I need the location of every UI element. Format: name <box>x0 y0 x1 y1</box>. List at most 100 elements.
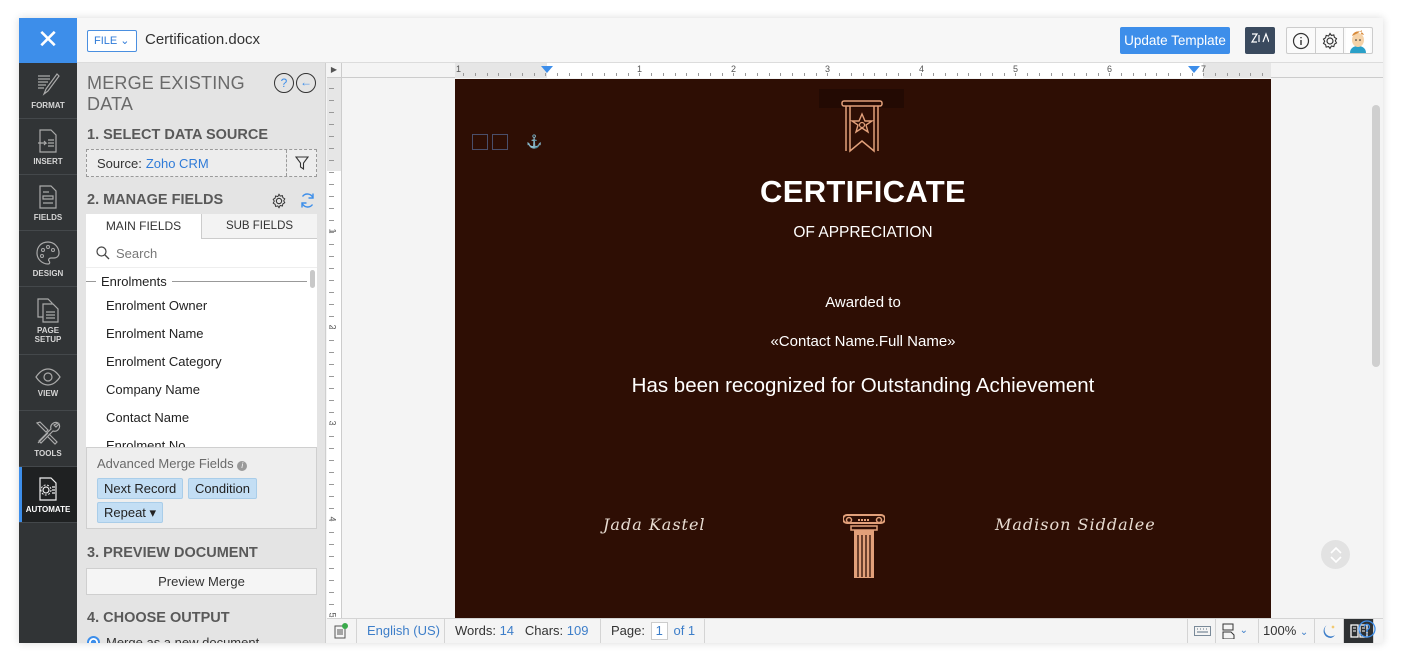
ruler-tick <box>627 73 629 76</box>
radio-selected[interactable] <box>87 636 100 643</box>
next-record-chip[interactable]: Next Record <box>97 478 184 499</box>
field-item[interactable]: Contact Name <box>86 404 317 432</box>
document-title[interactable]: Certification.docx <box>145 31 260 48</box>
field-item[interactable]: Company Name <box>86 376 317 404</box>
page-number-input[interactable]: 1 <box>650 622 668 640</box>
recognition-text[interactable]: Has been recognized for Outstanding Achi… <box>455 374 1271 398</box>
page-layout-dropdown[interactable]: ⌄ <box>1216 619 1259 643</box>
language-selector[interactable]: English (US) <box>357 619 445 643</box>
left-navigation: FORMAT INSERT FIELDS DESIGN PAGE SETUP VI… <box>19 63 77 643</box>
top-bar: ✕ FILE ⌄ Certification.docx Update Templ… <box>19 18 1383 63</box>
awarded-to-text[interactable]: Awarded to <box>455 294 1271 311</box>
preview-merge-button[interactable]: Preview Merge <box>86 568 317 595</box>
paragraph-options-button[interactable] <box>492 134 508 150</box>
nav-insert[interactable]: INSERT <box>19 119 77 175</box>
source-value[interactable]: Zoho CRM <box>146 156 209 171</box>
nav-fields[interactable]: FIELDS <box>19 175 77 231</box>
ruler-tick <box>486 73 488 76</box>
zia-button[interactable] <box>1245 27 1275 54</box>
left-indent-marker[interactable] <box>541 66 553 73</box>
ruler-label: 1 <box>456 64 462 74</box>
ruler-tick <box>1062 73 1064 76</box>
ruler-tick <box>329 520 334 521</box>
help-button[interactable] <box>1358 620 1376 643</box>
nav-automate[interactable]: AUTOMATE <box>19 467 77 523</box>
nav-format-label: FORMAT <box>31 100 65 110</box>
nav-page-setup[interactable]: PAGE SETUP <box>19 287 77 355</box>
settings-button[interactable] <box>1316 28 1345 53</box>
app-window: ✕ FILE ⌄ Certification.docx Update Templ… <box>19 18 1383 643</box>
tab-sub-fields[interactable]: SUB FIELDS <box>201 214 317 239</box>
ruler-tick <box>1015 73 1017 76</box>
certificate-subtitle[interactable]: OF APPRECIATION <box>455 224 1271 242</box>
ruler-tick <box>1074 73 1075 76</box>
ruler-tick <box>329 292 334 293</box>
field-group-heading: Enrolments <box>86 270 317 292</box>
output-option-new-document[interactable]: Merge as a new document <box>87 635 259 643</box>
zoom-dropdown[interactable]: 100% ⌄ <box>1259 619 1315 643</box>
nav-format[interactable]: FORMAT <box>19 63 77 119</box>
ruler-tick <box>329 400 334 401</box>
ruler-tick <box>839 73 840 76</box>
document-status-button[interactable] <box>327 619 357 643</box>
vertical-scrollbar[interactable] <box>1372 105 1380 367</box>
signature-left[interactable]: Jada Kastel <box>603 515 706 534</box>
signature-right[interactable]: Madison Siddalee <box>995 515 1156 534</box>
nav-design[interactable]: DESIGN <box>19 231 77 287</box>
nav-tools[interactable]: TOOLS <box>19 411 77 467</box>
award-ribbon-icon <box>841 100 883 153</box>
ruler-tick <box>329 220 334 221</box>
manage-fields-settings-button[interactable] <box>271 193 287 214</box>
ruler-tick <box>329 484 334 485</box>
chars-value: 109 <box>566 623 589 638</box>
close-button[interactable]: ✕ <box>19 18 77 63</box>
help-icon[interactable]: ? <box>274 73 294 93</box>
ruler-tick <box>329 352 334 353</box>
nav-view[interactable]: VIEW <box>19 355 77 411</box>
filter-button[interactable] <box>286 150 316 176</box>
ruler-tick <box>329 244 334 245</box>
vertical-ruler[interactable]: 12345 <box>327 78 342 618</box>
update-template-button[interactable]: Update Template <box>1120 27 1230 54</box>
anchor-icon[interactable]: ⚓ <box>526 134 542 150</box>
document-page[interactable]: ⚓ CERTIFICATE OF APPRECIATION Awarded to… <box>455 79 1271 618</box>
field-search-input[interactable]: Search <box>86 239 317 268</box>
keyboard-button[interactable] <box>1187 619 1216 643</box>
certificate-title[interactable]: CERTIFICATE <box>455 174 1271 210</box>
field-item[interactable]: Enrolment Owner <box>86 292 317 320</box>
step1-heading: 1. SELECT DATA SOURCE <box>87 127 268 143</box>
file-menu-button[interactable]: FILE ⌄ <box>87 30 137 52</box>
field-list-scrollbar[interactable] <box>310 270 315 288</box>
field-item[interactable]: Enrolment Name <box>86 320 317 348</box>
field-list: Enrolments Enrolment Owner Enrolment Nam… <box>86 268 317 447</box>
ruler-tick <box>639 73 641 76</box>
tab-main-fields[interactable]: MAIN FIELDS <box>86 214 201 239</box>
field-item[interactable]: Enrolment Category <box>86 348 317 376</box>
field-item[interactable]: Enrolment No <box>86 432 317 447</box>
advanced-merge-fields: Advanced Merge Fields i Next Record Cond… <box>86 447 317 529</box>
data-source-selector[interactable]: Source: Zoho CRM <box>86 149 317 177</box>
page-navigator: Page: 1 of 1 <box>601 619 705 643</box>
info-icon[interactable]: i <box>237 461 248 471</box>
info-button[interactable] <box>1287 28 1316 53</box>
back-arrow-icon[interactable]: ← <box>296 73 316 93</box>
contact-name-merge-field[interactable]: «Contact Name.Full Name» <box>455 333 1271 350</box>
ruler-tick <box>329 112 334 113</box>
add-table-row-button[interactable] <box>472 134 488 150</box>
ruler-tick <box>329 544 334 545</box>
header-actions <box>1286 27 1373 54</box>
ruler-tick <box>792 73 793 76</box>
ruler-toggle[interactable]: ▶ <box>327 63 342 78</box>
scroll-jump-button[interactable] <box>1321 540 1350 569</box>
condition-chip[interactable]: Condition <box>188 478 257 499</box>
right-indent-marker[interactable] <box>1188 66 1200 73</box>
word-count[interactable]: Words: 14 Chars: 109 <box>445 619 601 643</box>
horizontal-ruler[interactable]: 11234567 <box>342 63 1383 78</box>
repeat-chip[interactable]: Repeat ▾ <box>97 502 164 523</box>
ruler-tick <box>329 340 334 341</box>
refresh-fields-button[interactable] <box>299 192 316 214</box>
ruler-tick <box>329 604 334 605</box>
ruler-tick <box>886 73 887 76</box>
user-avatar-button[interactable] <box>1344 28 1372 53</box>
dark-mode-toggle[interactable] <box>1315 619 1344 643</box>
